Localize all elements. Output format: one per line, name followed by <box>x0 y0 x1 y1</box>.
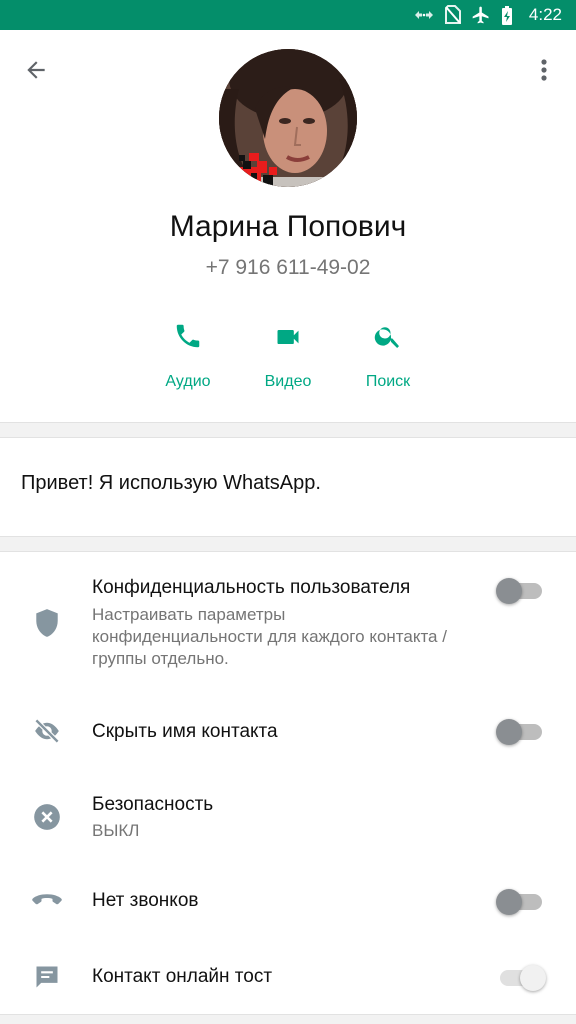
back-button[interactable] <box>16 50 56 90</box>
no-sim-icon <box>444 5 461 25</box>
setting-title: Безопасность <box>92 794 214 815</box>
search-icon <box>374 327 399 348</box>
video-icon <box>277 330 299 344</box>
bottom-divider <box>0 1014 576 1024</box>
section-divider <box>0 422 576 438</box>
setting-subtitle: ВЫКЛ <box>92 821 140 840</box>
more-vert-icon <box>541 59 547 81</box>
arrow-back-icon <box>27 61 45 79</box>
setting-title: Конфиденциальность пользователя <box>92 577 411 598</box>
avatar-photo <box>219 49 357 187</box>
contact-name: Марина Попович <box>169 210 407 243</box>
shield-icon <box>30 606 64 640</box>
contact-actions: Аудио Видео Поиск <box>0 315 576 395</box>
status-time: 4:22 <box>528 5 562 24</box>
audio-call-button[interactable]: Аудио <box>138 315 238 391</box>
toggle-knob <box>496 719 522 745</box>
call-end-icon <box>30 883 64 917</box>
about-section[interactable]: Привет! Я использую WhatsApp. <box>0 438 576 536</box>
status-bar: 4:22 <box>0 0 576 30</box>
section-divider <box>0 536 576 552</box>
eye-off-icon <box>30 714 64 748</box>
setting-title: Скрыть имя контакта <box>92 721 278 742</box>
battery-charging-icon <box>501 5 513 26</box>
video-label: Видео <box>264 373 312 390</box>
data-arrows-icon <box>413 8 435 22</box>
toggle-knob <box>520 965 546 991</box>
setting-subtitle: Настраивать параметры конфиденциальности… <box>92 605 447 668</box>
search-label: Поиск <box>365 373 411 390</box>
more-options-button[interactable] <box>524 50 564 90</box>
setting-hide-contact-name[interactable]: Скрыть имя контакта <box>0 692 576 772</box>
toggle-knob <box>496 889 522 915</box>
settings-list: Конфиденциальность пользователя Настраив… <box>0 552 576 1014</box>
close-circle-icon <box>30 800 64 834</box>
setting-title: Нет звонков <box>92 890 199 911</box>
audio-label: Аудио <box>165 373 211 390</box>
user-privacy-toggle[interactable] <box>496 578 542 604</box>
no-calls-toggle[interactable] <box>496 889 542 915</box>
about-text: Привет! Я использую WhatsApp. <box>21 472 321 494</box>
video-call-button[interactable]: Видео <box>238 315 338 391</box>
setting-security[interactable]: Безопасность ВЫКЛ <box>0 782 576 862</box>
setting-contact-online-toast[interactable]: Контакт онлайн тост <box>0 944 576 1014</box>
contact-header: Марина Попович +7 916 611-49-02 Аудио Ви… <box>0 30 576 422</box>
toggle-knob <box>496 578 522 604</box>
contact-online-toast-toggle[interactable] <box>500 965 546 991</box>
search-button[interactable]: Поиск <box>338 315 438 391</box>
hide-contact-name-toggle[interactable] <box>496 719 542 745</box>
setting-title: Контакт онлайн тост <box>92 966 273 987</box>
message-icon <box>30 960 64 994</box>
setting-user-privacy[interactable]: Конфиденциальность пользователя Настраив… <box>0 552 576 682</box>
airplane-icon <box>471 5 491 25</box>
phone-icon <box>176 324 200 348</box>
setting-no-calls[interactable]: Нет звонков <box>0 867 576 937</box>
contact-phone: +7 916 611-49-02 <box>205 256 371 279</box>
avatar[interactable] <box>219 49 357 187</box>
